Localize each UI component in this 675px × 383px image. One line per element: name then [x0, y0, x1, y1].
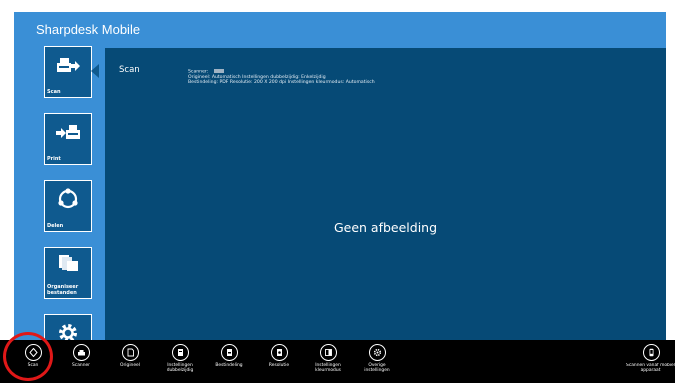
scan-button-label: Scan	[27, 363, 39, 368]
app-window: Sharpdesk Mobile Scan Print Delen Organi…	[14, 12, 666, 341]
other-settings-button-label: Overige instellingen	[364, 363, 390, 373]
gear-icon	[45, 315, 91, 341]
active-tile-pointer	[91, 64, 99, 78]
nav-label-organiseer-bestanden: Organiseer bestanden	[47, 284, 79, 296]
mobile-scan-icon	[642, 344, 660, 361]
mobile-scan-button[interactable]: Scannen vanaf mobiel apparaat	[626, 344, 675, 373]
settings-line-format: Bestindeling: PDF Resolutie: 200 X 200 d…	[188, 80, 375, 86]
original-icon	[121, 344, 139, 361]
file-format-button[interactable]: Bestindeling	[207, 344, 251, 368]
nav-tile-scan[interactable]: Scan	[44, 46, 92, 98]
duplex-settings-button-label: Instellingen dubbelzijdig	[166, 363, 194, 373]
scan-start-icon	[24, 344, 42, 361]
scanner-icon	[72, 344, 90, 361]
duplex-icon	[171, 344, 189, 361]
panel-title: Scan	[119, 65, 140, 75]
resolution-button[interactable]: Resolutie	[257, 344, 301, 368]
nav-label-delen: Delen	[47, 223, 64, 229]
scan-preview-panel: Scan Scanner: Origineel: Automatisch Ins…	[105, 48, 666, 341]
original-button-label: Origineel	[120, 363, 140, 368]
mobile-scan-button-label: Scannen vanaf mobiel apparaat	[626, 363, 675, 373]
nav-label-scan: Scan	[47, 89, 61, 95]
file-format-icon	[220, 344, 238, 361]
nav-tile-organiseer-bestanden[interactable]: Organiseer bestanden	[44, 247, 92, 299]
scan-settings-summary: Scanner: Origineel: Automatisch Instelli…	[188, 69, 375, 85]
app-title: Sharpdesk Mobile	[36, 22, 141, 37]
scan-icon	[45, 47, 91, 83]
scanner-label: Scanner:	[188, 69, 209, 75]
share-icon	[45, 181, 91, 217]
resolution-button-label: Resolutie	[268, 363, 290, 368]
original-button[interactable]: Origineel	[108, 344, 152, 368]
color-mode-button[interactable]: Instellingen kleurmodus	[306, 344, 350, 373]
duplex-settings-button[interactable]: Instellingen dubbelzijdig	[158, 344, 202, 373]
scanner-button-label: Scanner	[72, 363, 90, 368]
nav-label-print: Print	[47, 156, 61, 162]
scan-button[interactable]: Scan	[11, 344, 55, 368]
other-settings-button[interactable]: Overige instellingen	[355, 344, 399, 373]
folders-icon	[45, 248, 91, 278]
nav-tile-print[interactable]: Print	[44, 113, 92, 165]
settings-icon	[368, 344, 386, 361]
nav-tile-delen[interactable]: Delen	[44, 180, 92, 232]
bottom-app-bar: Scan Scanner Origineel Instellingen dubb…	[0, 340, 675, 383]
file-format-button-label: Bestindeling	[215, 363, 243, 368]
resolution-icon	[270, 344, 288, 361]
nav-tile-settings[interactable]	[44, 314, 92, 341]
scanner-button[interactable]: Scanner	[59, 344, 103, 368]
color-mode-icon	[319, 344, 337, 361]
scanner-name-redacted	[214, 69, 225, 73]
no-image-placeholder: Geen afbeelding	[333, 220, 438, 235]
print-icon	[45, 114, 91, 150]
color-mode-button-label: Instellingen kleurmodus	[315, 363, 341, 373]
